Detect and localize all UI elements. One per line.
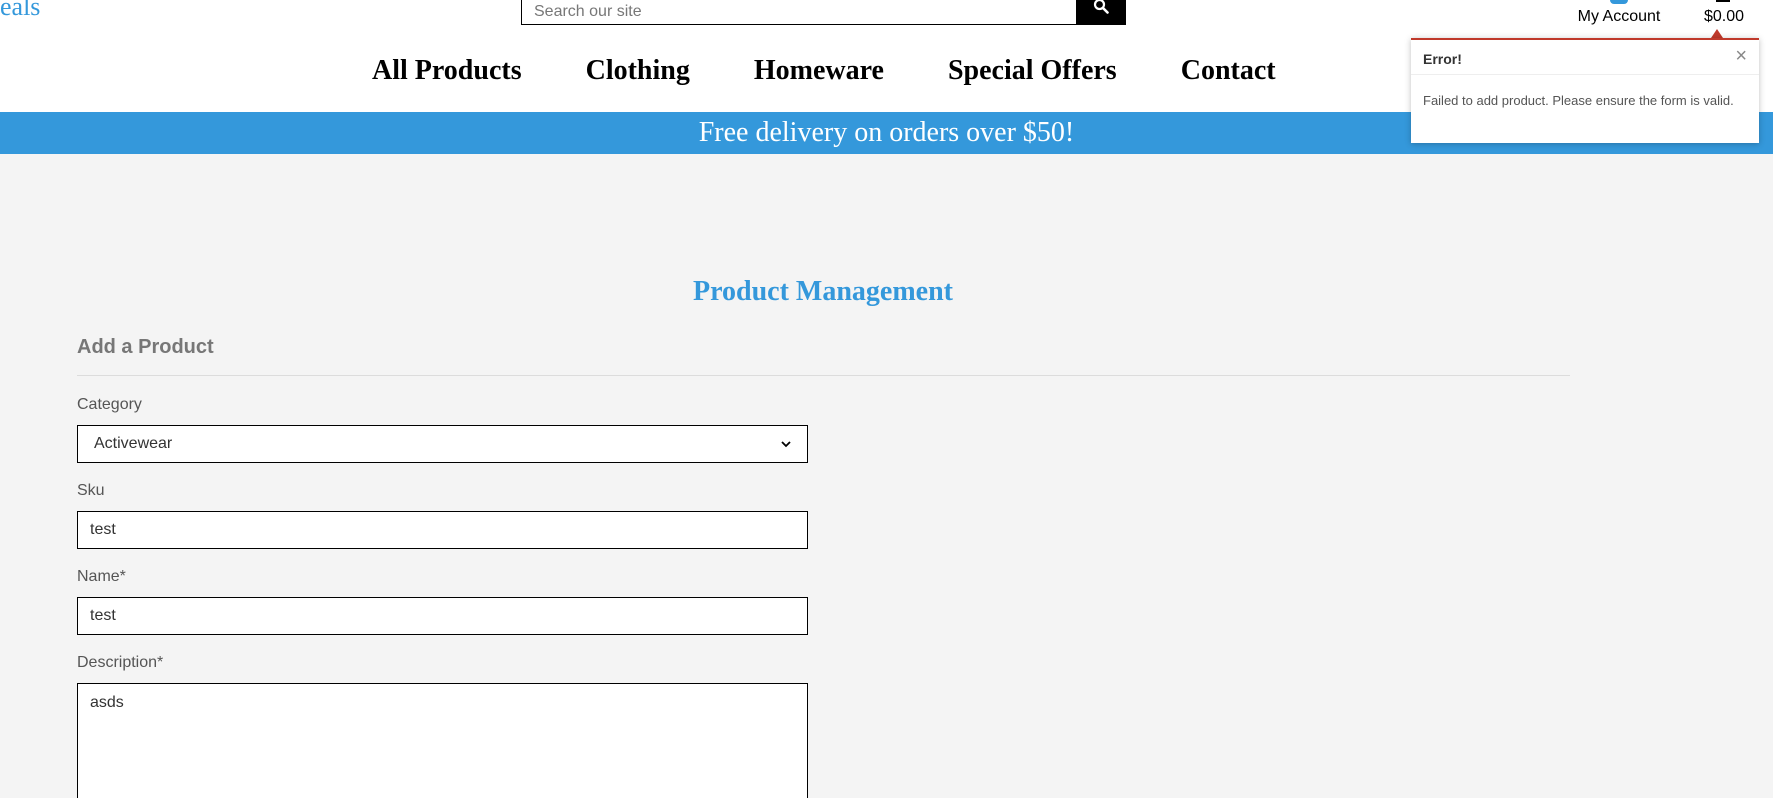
error-toast: Error! × Failed to add product. Please e… <box>1411 38 1759 143</box>
cart-link[interactable]: $0.00 <box>1690 0 1758 30</box>
cart-icon <box>1716 0 1730 2</box>
sku-label: Sku <box>77 482 105 499</box>
sku-input[interactable]: test <box>77 511 808 549</box>
user-icon <box>1610 0 1628 4</box>
site-logo[interactable]: eals <box>0 0 40 22</box>
cart-total: $0.00 <box>1703 8 1745 25</box>
search-input[interactable] <box>521 0 1076 25</box>
nav-item-contact[interactable]: Contact <box>1181 55 1276 87</box>
close-icon[interactable]: × <box>1735 46 1747 66</box>
category-label: Category <box>77 396 142 413</box>
section-divider <box>77 375 1570 376</box>
chevron-down-icon <box>781 435 791 453</box>
category-select[interactable]: Activewear <box>77 425 808 463</box>
search-button[interactable] <box>1076 0 1126 25</box>
toast-pointer <box>1711 29 1723 38</box>
section-title: Add a Product <box>77 336 214 358</box>
name-input[interactable]: test <box>77 597 808 635</box>
toast-message: Failed to add product. Please ensure the… <box>1423 93 1734 108</box>
toast-title: Error! <box>1423 51 1462 67</box>
banner-text: Free delivery on orders over $50! <box>698 117 1075 148</box>
page-title: Product Management <box>693 276 953 307</box>
search-bar <box>521 0 1126 25</box>
nav-item-clothing[interactable]: Clothing <box>586 55 690 87</box>
name-label: Name* <box>77 568 126 585</box>
nav-item-homeware[interactable]: Homeware <box>754 55 884 87</box>
my-account-link[interactable]: My Account <box>1564 0 1674 30</box>
description-textarea[interactable]: asds <box>77 683 808 798</box>
search-icon <box>1093 0 1109 19</box>
toast-divider <box>1411 74 1759 75</box>
category-selected-value: Activewear <box>94 435 173 452</box>
description-label: Description* <box>77 654 164 671</box>
nav-item-all-products[interactable]: All Products <box>372 55 522 87</box>
my-account-label: My Account <box>1577 8 1661 25</box>
nav-item-special-offers[interactable]: Special Offers <box>948 55 1117 87</box>
